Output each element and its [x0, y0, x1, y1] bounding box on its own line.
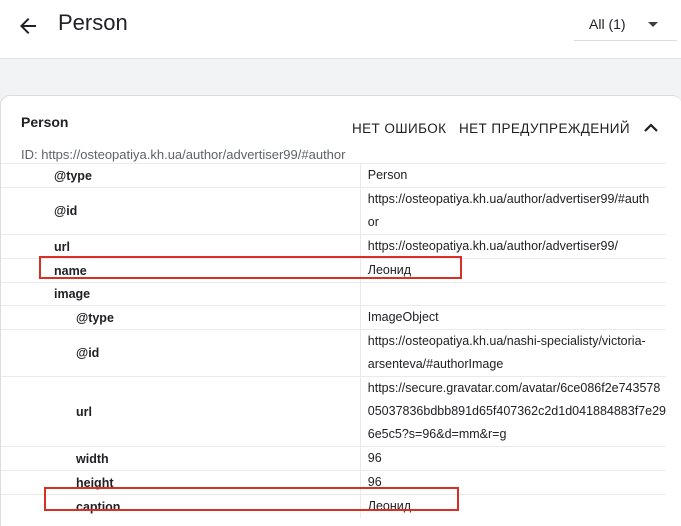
- properties-table: @type Person @id https://osteopatiya.kh.…: [1, 163, 666, 518]
- property-value: [360, 282, 666, 306]
- property-key: width: [1, 446, 361, 471]
- chevron-up-icon[interactable]: [643, 121, 659, 135]
- property-key: image: [1, 282, 361, 306]
- page-title: Person: [58, 10, 128, 35]
- property-key: url: [1, 376, 361, 447]
- table-row: height 96: [1, 470, 666, 495]
- property-key: url: [1, 234, 361, 259]
- property-value: ImageObject: [360, 305, 666, 330]
- property-key: @id: [1, 187, 361, 235]
- filter-dropdown[interactable]: All (1): [574, 8, 677, 41]
- property-key: name: [1, 258, 361, 283]
- result-card: Person НЕТ ОШИБОК НЕТ ПРЕДУПРЕЖДЕНИЙ ID:…: [0, 95, 681, 526]
- table-row: url https://osteopatiya.kh.ua/author/adv…: [1, 234, 666, 259]
- property-key: @type: [1, 305, 361, 330]
- no-errors-button[interactable]: НЕТ ОШИБОК: [352, 121, 446, 136]
- table-row: caption Леонид: [1, 494, 666, 518]
- property-value: Леонид: [360, 494, 666, 518]
- app-header: Person All (1): [0, 0, 681, 59]
- no-warnings-button[interactable]: НЕТ ПРЕДУПРЕЖДЕНИЙ: [459, 121, 630, 136]
- property-key: caption: [1, 494, 361, 518]
- property-key: @type: [1, 163, 361, 188]
- property-value: https://secure.gravatar.com/avatar/6ce08…: [360, 376, 666, 447]
- filter-label: All (1): [589, 16, 626, 32]
- chevron-down-icon: [648, 22, 658, 27]
- entity-id: ID: https://osteopatiya.kh.ua/author/adv…: [21, 147, 346, 162]
- back-arrow-icon[interactable]: [16, 14, 40, 38]
- property-key: @id: [1, 329, 361, 377]
- table-row: width 96: [1, 446, 666, 471]
- table-row: url https://secure.gravatar.com/avatar/6…: [1, 376, 666, 447]
- property-value: Person: [360, 163, 666, 188]
- property-value: https://osteopatiya.kh.ua/nashi-speciali…: [360, 329, 666, 377]
- property-value: 96: [360, 446, 666, 471]
- table-row: @id https://osteopatiya.kh.ua/author/adv…: [1, 187, 666, 235]
- table-row: image: [1, 282, 666, 306]
- property-value: https://osteopatiya.kh.ua/author/adverti…: [360, 187, 666, 235]
- property-value: Леонид: [360, 258, 666, 283]
- property-value: 96: [360, 470, 666, 495]
- card-title: Person: [21, 114, 69, 130]
- table-row: @type ImageObject: [1, 305, 666, 330]
- table-row: @id https://osteopatiya.kh.ua/nashi-spec…: [1, 329, 666, 377]
- table-row: @type Person: [1, 163, 666, 188]
- property-key: height: [1, 470, 361, 495]
- table-row: name Леонид: [1, 258, 666, 283]
- property-value: https://osteopatiya.kh.ua/author/adverti…: [360, 234, 666, 259]
